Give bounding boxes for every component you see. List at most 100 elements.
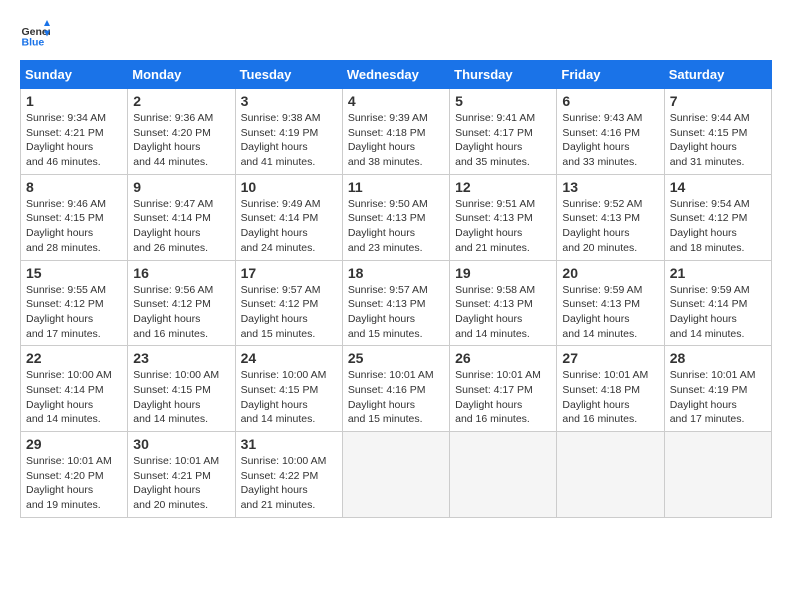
- day-header-thursday: Thursday: [450, 61, 557, 89]
- calendar-cell: 27 Sunrise: 10:01 AM Sunset: 4:18 PM Day…: [557, 346, 664, 432]
- calendar-cell: 24 Sunrise: 10:00 AM Sunset: 4:15 PM Day…: [235, 346, 342, 432]
- day-number: 24: [241, 350, 337, 366]
- calendar-cell: 7 Sunrise: 9:44 AM Sunset: 4:15 PM Dayli…: [664, 89, 771, 175]
- week-row-4: 22 Sunrise: 10:00 AM Sunset: 4:14 PM Day…: [21, 346, 772, 432]
- calendar-cell: 5 Sunrise: 9:41 AM Sunset: 4:17 PM Dayli…: [450, 89, 557, 175]
- svg-text:Blue: Blue: [22, 37, 45, 49]
- cell-content: Sunrise: 9:59 AM Sunset: 4:13 PM Dayligh…: [562, 284, 642, 340]
- day-number: 25: [348, 350, 444, 366]
- calendar-cell: 22 Sunrise: 10:00 AM Sunset: 4:14 PM Day…: [21, 346, 128, 432]
- calendar-table: SundayMondayTuesdayWednesdayThursdayFrid…: [20, 60, 772, 518]
- cell-content: Sunrise: 9:57 AM Sunset: 4:12 PM Dayligh…: [241, 284, 321, 340]
- day-number: 2: [133, 93, 229, 109]
- calendar-cell: 13 Sunrise: 9:52 AM Sunset: 4:13 PM Dayl…: [557, 174, 664, 260]
- day-number: 12: [455, 179, 551, 195]
- cell-content: Sunrise: 9:39 AM Sunset: 4:18 PM Dayligh…: [348, 112, 428, 168]
- day-number: 3: [241, 93, 337, 109]
- cell-content: Sunrise: 10:00 AM Sunset: 4:15 PM Daylig…: [241, 369, 327, 425]
- day-number: 10: [241, 179, 337, 195]
- cell-content: Sunrise: 10:01 AM Sunset: 4:19 PM Daylig…: [670, 369, 756, 425]
- calendar-cell: 15 Sunrise: 9:55 AM Sunset: 4:12 PM Dayl…: [21, 260, 128, 346]
- cell-content: Sunrise: 10:00 AM Sunset: 4:22 PM Daylig…: [241, 455, 327, 511]
- day-number: 29: [26, 436, 122, 452]
- day-number: 11: [348, 179, 444, 195]
- calendar-cell: 12 Sunrise: 9:51 AM Sunset: 4:13 PM Dayl…: [450, 174, 557, 260]
- day-number: 19: [455, 265, 551, 281]
- day-number: 28: [670, 350, 766, 366]
- logo-icon: General Blue: [20, 20, 50, 50]
- day-number: 27: [562, 350, 658, 366]
- day-header-tuesday: Tuesday: [235, 61, 342, 89]
- day-header-wednesday: Wednesday: [342, 61, 449, 89]
- cell-content: Sunrise: 9:34 AM Sunset: 4:21 PM Dayligh…: [26, 112, 106, 168]
- cell-content: Sunrise: 9:36 AM Sunset: 4:20 PM Dayligh…: [133, 112, 213, 168]
- cell-content: Sunrise: 9:56 AM Sunset: 4:12 PM Dayligh…: [133, 284, 213, 340]
- calendar-cell: 26 Sunrise: 10:01 AM Sunset: 4:17 PM Day…: [450, 346, 557, 432]
- page-header: General Blue: [20, 20, 772, 50]
- logo: General Blue: [20, 20, 50, 50]
- cell-content: Sunrise: 9:41 AM Sunset: 4:17 PM Dayligh…: [455, 112, 535, 168]
- calendar-cell: 8 Sunrise: 9:46 AM Sunset: 4:15 PM Dayli…: [21, 174, 128, 260]
- day-number: 9: [133, 179, 229, 195]
- cell-content: Sunrise: 9:54 AM Sunset: 4:12 PM Dayligh…: [670, 198, 750, 254]
- day-number: 6: [562, 93, 658, 109]
- day-header-sunday: Sunday: [21, 61, 128, 89]
- day-number: 14: [670, 179, 766, 195]
- cell-content: Sunrise: 9:57 AM Sunset: 4:13 PM Dayligh…: [348, 284, 428, 340]
- cell-content: Sunrise: 9:55 AM Sunset: 4:12 PM Dayligh…: [26, 284, 106, 340]
- day-number: 26: [455, 350, 551, 366]
- day-number: 17: [241, 265, 337, 281]
- calendar-cell: 31 Sunrise: 10:00 AM Sunset: 4:22 PM Day…: [235, 432, 342, 518]
- calendar-cell: 11 Sunrise: 9:50 AM Sunset: 4:13 PM Dayl…: [342, 174, 449, 260]
- calendar-cell: 21 Sunrise: 9:59 AM Sunset: 4:14 PM Dayl…: [664, 260, 771, 346]
- calendar-cell: [450, 432, 557, 518]
- day-number: 8: [26, 179, 122, 195]
- day-number: 21: [670, 265, 766, 281]
- week-row-5: 29 Sunrise: 10:01 AM Sunset: 4:20 PM Day…: [21, 432, 772, 518]
- cell-content: Sunrise: 9:47 AM Sunset: 4:14 PM Dayligh…: [133, 198, 213, 254]
- cell-content: Sunrise: 10:01 AM Sunset: 4:18 PM Daylig…: [562, 369, 648, 425]
- calendar-cell: 17 Sunrise: 9:57 AM Sunset: 4:12 PM Dayl…: [235, 260, 342, 346]
- cell-content: Sunrise: 9:38 AM Sunset: 4:19 PM Dayligh…: [241, 112, 321, 168]
- cell-content: Sunrise: 10:01 AM Sunset: 4:17 PM Daylig…: [455, 369, 541, 425]
- cell-content: Sunrise: 9:58 AM Sunset: 4:13 PM Dayligh…: [455, 284, 535, 340]
- day-number: 13: [562, 179, 658, 195]
- calendar-cell: 9 Sunrise: 9:47 AM Sunset: 4:14 PM Dayli…: [128, 174, 235, 260]
- cell-content: Sunrise: 10:00 AM Sunset: 4:14 PM Daylig…: [26, 369, 112, 425]
- cell-content: Sunrise: 10:01 AM Sunset: 4:16 PM Daylig…: [348, 369, 434, 425]
- cell-content: Sunrise: 9:59 AM Sunset: 4:14 PM Dayligh…: [670, 284, 750, 340]
- day-number: 7: [670, 93, 766, 109]
- day-number: 23: [133, 350, 229, 366]
- calendar-cell: 1 Sunrise: 9:34 AM Sunset: 4:21 PM Dayli…: [21, 89, 128, 175]
- day-number: 16: [133, 265, 229, 281]
- calendar-cell: 2 Sunrise: 9:36 AM Sunset: 4:20 PM Dayli…: [128, 89, 235, 175]
- cell-content: Sunrise: 9:52 AM Sunset: 4:13 PM Dayligh…: [562, 198, 642, 254]
- day-header-friday: Friday: [557, 61, 664, 89]
- calendar-cell: 29 Sunrise: 10:01 AM Sunset: 4:20 PM Day…: [21, 432, 128, 518]
- cell-content: Sunrise: 10:01 AM Sunset: 4:20 PM Daylig…: [26, 455, 112, 511]
- day-number: 22: [26, 350, 122, 366]
- calendar-cell: 20 Sunrise: 9:59 AM Sunset: 4:13 PM Dayl…: [557, 260, 664, 346]
- day-number: 5: [455, 93, 551, 109]
- calendar-cell: 6 Sunrise: 9:43 AM Sunset: 4:16 PM Dayli…: [557, 89, 664, 175]
- calendar-header-row: SundayMondayTuesdayWednesdayThursdayFrid…: [21, 61, 772, 89]
- week-row-2: 8 Sunrise: 9:46 AM Sunset: 4:15 PM Dayli…: [21, 174, 772, 260]
- cell-content: Sunrise: 9:50 AM Sunset: 4:13 PM Dayligh…: [348, 198, 428, 254]
- cell-content: Sunrise: 10:00 AM Sunset: 4:15 PM Daylig…: [133, 369, 219, 425]
- cell-content: Sunrise: 9:51 AM Sunset: 4:13 PM Dayligh…: [455, 198, 535, 254]
- day-number: 4: [348, 93, 444, 109]
- calendar-cell: 30 Sunrise: 10:01 AM Sunset: 4:21 PM Day…: [128, 432, 235, 518]
- day-number: 31: [241, 436, 337, 452]
- calendar-cell: [664, 432, 771, 518]
- week-row-3: 15 Sunrise: 9:55 AM Sunset: 4:12 PM Dayl…: [21, 260, 772, 346]
- cell-content: Sunrise: 9:43 AM Sunset: 4:16 PM Dayligh…: [562, 112, 642, 168]
- day-number: 20: [562, 265, 658, 281]
- cell-content: Sunrise: 9:44 AM Sunset: 4:15 PM Dayligh…: [670, 112, 750, 168]
- calendar-cell: 19 Sunrise: 9:58 AM Sunset: 4:13 PM Dayl…: [450, 260, 557, 346]
- day-number: 30: [133, 436, 229, 452]
- calendar-cell: 25 Sunrise: 10:01 AM Sunset: 4:16 PM Day…: [342, 346, 449, 432]
- calendar-cell: 18 Sunrise: 9:57 AM Sunset: 4:13 PM Dayl…: [342, 260, 449, 346]
- day-header-monday: Monday: [128, 61, 235, 89]
- calendar-cell: [557, 432, 664, 518]
- day-header-saturday: Saturday: [664, 61, 771, 89]
